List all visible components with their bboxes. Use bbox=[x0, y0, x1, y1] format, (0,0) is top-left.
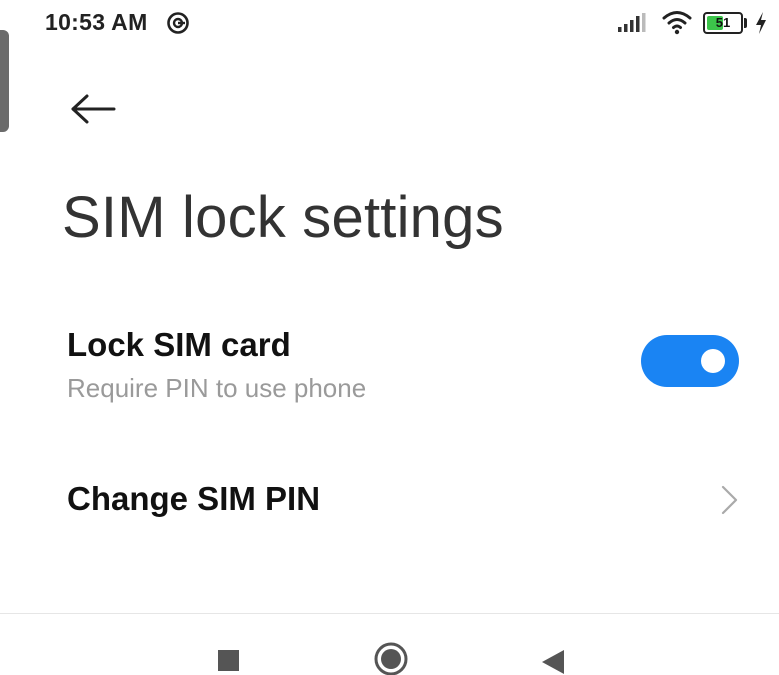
lock-sim-card-toggle[interactable] bbox=[641, 335, 739, 387]
screen: 10:53 AM 51 SIM lock settings Lock SIM c… bbox=[0, 0, 779, 675]
status-time: 10:53 AM bbox=[45, 9, 148, 35]
change-sim-pin-row[interactable]: Change SIM PIN bbox=[0, 458, 779, 544]
signal-icon bbox=[617, 13, 647, 38]
wifi-icon bbox=[662, 9, 692, 40]
back-arrow-icon bbox=[70, 93, 116, 130]
notification-icon bbox=[166, 11, 190, 40]
battery-level: 51 bbox=[715, 15, 731, 30]
nav-back-button[interactable] bbox=[540, 648, 566, 675]
change-sim-pin-title: Change SIM PIN bbox=[67, 480, 321, 517]
lock-sim-card-subtitle: Require PIN to use phone bbox=[67, 373, 367, 403]
home-button[interactable] bbox=[373, 641, 409, 675]
lock-sim-card-row[interactable]: Lock SIM card Require PIN to use phone bbox=[0, 314, 779, 424]
navigation-bar bbox=[0, 614, 779, 675]
lock-sim-card-title: Lock SIM card bbox=[67, 326, 291, 363]
status-bar: 10:53 AM 51 bbox=[0, 0, 779, 48]
back-button[interactable] bbox=[62, 88, 124, 134]
chevron-right-icon bbox=[719, 484, 739, 521]
toggle-knob bbox=[701, 349, 725, 373]
battery-nub bbox=[744, 18, 747, 28]
recents-button[interactable] bbox=[218, 650, 239, 671]
charging-icon bbox=[754, 11, 768, 40]
page-title: SIM lock settings bbox=[62, 185, 504, 250]
edge-handle[interactable] bbox=[0, 30, 9, 132]
battery-icon: 51 bbox=[703, 12, 747, 34]
